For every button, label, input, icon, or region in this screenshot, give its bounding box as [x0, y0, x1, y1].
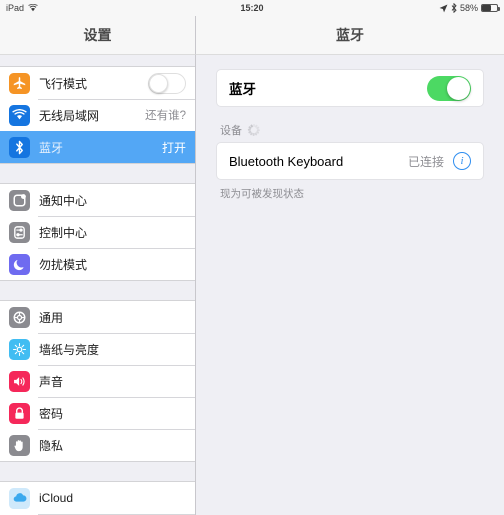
devices-section-header: 设备 [220, 123, 484, 137]
sidebar-item-icloud[interactable]: iCloud [0, 482, 195, 514]
control-center-icon [9, 221, 30, 243]
battery-icon [481, 4, 500, 12]
sidebar-group-connectivity: 飞行模式 无线局域网 还有谁? 蓝牙 打开 [0, 66, 195, 164]
discoverable-footnote: 现为可被发现状态 [220, 188, 304, 200]
sidebar-gap-2 [0, 281, 195, 300]
sidebar-title: 设置 [0, 16, 196, 55]
bluetooth-toggle-card: 蓝牙 [216, 69, 484, 107]
sidebar-item-control-center[interactable]: 控制中心 [0, 216, 195, 248]
sidebar-item-airplane-mode[interactable]: 飞行模式 [0, 67, 195, 99]
wifi-icon [9, 104, 30, 126]
sidebar-item-wallpapers-brightness[interactable]: 墙纸与亮度 [0, 333, 195, 365]
sidebar-item-label: 声音 [39, 374, 64, 389]
gear-icon [9, 306, 30, 328]
info-icon[interactable]: i [453, 152, 471, 170]
sidebar-item-wifi[interactable]: 无线局域网 还有谁? [0, 99, 195, 131]
bluetooth-icon [451, 3, 457, 13]
content-row: 飞行模式 无线局域网 还有谁? 蓝牙 打开 通知中心 控制中心 勿扰模式 通用 … [0, 55, 504, 515]
bluetooth-detail-panel: 蓝牙 设备 Bluetooth Keyboard 已连接 i 现为可被发现状态 [196, 55, 504, 515]
device-row-bluetooth-keyboard[interactable]: Bluetooth Keyboard 已连接 i [217, 143, 483, 179]
sidebar-item-label: 隐私 [39, 438, 64, 453]
status-bar-clock: 15:20 [240, 3, 264, 13]
sidebar-item-label: 勿扰模式 [39, 257, 88, 272]
hand-icon [9, 434, 30, 456]
ipad-settings-screen: iPad 15:20 58% 设置 蓝牙 飞行模式 无线局域网 还有谁? 蓝牙 … [0, 0, 504, 515]
sidebar-item-sounds[interactable]: 声音 [0, 365, 195, 397]
bluetooth-toggle-row[interactable]: 蓝牙 [217, 70, 483, 106]
bluetooth-row-label: 蓝牙 [229, 82, 256, 97]
device-status-label: 已连接 [407, 154, 444, 169]
nav-bar-row: 设置 蓝牙 [0, 16, 504, 55]
activity-spinner-icon [247, 124, 260, 136]
sidebar-item-notification-center[interactable]: 通知中心 [0, 184, 195, 216]
bluetooth-icon [9, 136, 30, 158]
sidebar-item-label: 通用 [39, 310, 64, 325]
sidebar-item-do-not-disturb[interactable]: 勿扰模式 [0, 248, 195, 280]
sidebar-gap-3 [0, 462, 195, 481]
sidebar-group-accounts: iCloud 邮件、通讯录、日历 [0, 481, 195, 515]
devices-card: Bluetooth Keyboard 已连接 i [216, 142, 484, 180]
sidebar-item-general[interactable]: 通用 [0, 301, 195, 333]
sidebar-item-passcode[interactable]: 密码 [0, 397, 195, 429]
notification-center-icon [9, 189, 30, 211]
sidebar-item-label: 控制中心 [39, 225, 88, 240]
sidebar-top-gap [0, 55, 195, 66]
bluetooth-state-value: 打开 [161, 140, 186, 155]
sidebar-gap-1 [0, 164, 195, 183]
speaker-icon [9, 370, 30, 392]
status-bar: iPad 15:20 58% [0, 0, 504, 16]
detail-title: 蓝牙 [196, 16, 504, 55]
sidebar-group-centers: 通知中心 控制中心 勿扰模式 [0, 183, 195, 281]
sidebar-item-label: 墙纸与亮度 [39, 342, 100, 357]
sidebar-item-label: 飞行模式 [39, 76, 88, 91]
settings-sidebar[interactable]: 飞行模式 无线局域网 还有谁? 蓝牙 打开 通知中心 控制中心 勿扰模式 通用 … [0, 55, 196, 515]
sidebar-item-privacy[interactable]: 隐私 [0, 429, 195, 461]
airplane-mode-switch[interactable] [148, 72, 186, 94]
airplane-icon [9, 72, 30, 94]
wifi-network-value: 还有谁? [145, 110, 186, 122]
moon-icon [9, 253, 30, 275]
sidebar-item-label: iCloud [39, 491, 74, 505]
sidebar-item-label: 蓝牙 [39, 140, 64, 155]
lock-icon [9, 402, 30, 424]
sidebar-item-label: 通知中心 [39, 193, 88, 208]
sidebar-item-label: 密码 [39, 406, 64, 421]
bluetooth-switch[interactable] [427, 75, 471, 101]
battery-percent-label: 58% [459, 3, 478, 13]
sidebar-group-system: 通用 墙纸与亮度 声音 密码 隐私 [0, 300, 195, 462]
status-bar-right: 58% [439, 3, 500, 13]
location-arrow-icon [439, 4, 448, 13]
cloud-icon [9, 487, 30, 509]
device-name-label: Bluetooth Keyboard [229, 153, 344, 169]
sidebar-item-bluetooth[interactable]: 蓝牙 打开 [0, 131, 195, 163]
sidebar-item-label: 无线局域网 [39, 108, 100, 123]
devices-header-label: 设备 [220, 125, 242, 137]
wallpaper-brightness-icon [9, 338, 30, 360]
